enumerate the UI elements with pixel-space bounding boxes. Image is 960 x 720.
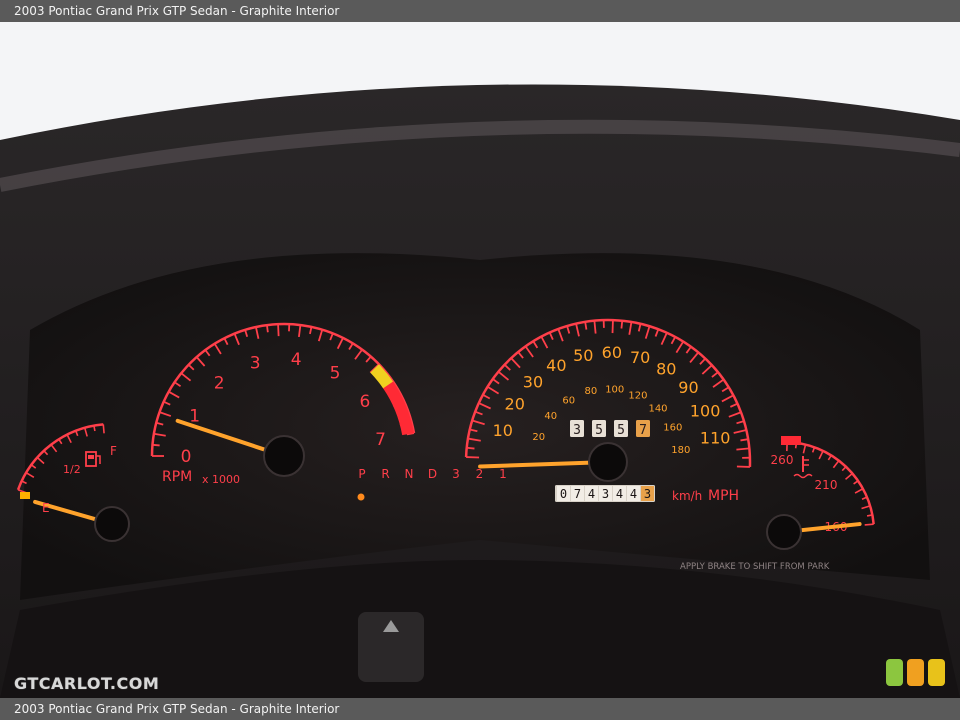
speedo-tick [593,320,597,334]
gear-indicator-lamp [357,493,365,501]
temp-tick [864,523,874,526]
odometer-digit: 7 [574,487,581,501]
tach-tick [266,324,269,333]
mph-label: 40 [546,356,566,375]
top-caption-bar: 2003 Pontiac Grand Prix GTP Sedan - Grap… [0,0,960,22]
trip-digit: 5 [617,423,625,438]
kmh-label: 100 [605,384,624,395]
temp-hot-mark [781,436,801,445]
mph-label: 70 [630,348,650,367]
gear-letter: 2 [476,467,484,481]
park-notice: APPLY BRAKE TO SHIFT FROM PARK [680,562,830,572]
kmh-label: 160 [663,422,682,433]
mph-label: 20 [505,395,525,414]
speedo-tick [620,320,624,329]
fuel-tick [93,425,96,432]
kmh-label: 180 [671,445,690,456]
mph-label: 110 [700,428,731,447]
gear-letter: D [428,467,437,481]
tach-label: 6 [360,392,371,412]
odometer-digit: 3 [602,487,609,501]
kmh-label: 120 [628,390,647,401]
gear-letter: 1 [499,467,507,481]
kmh-label: 140 [648,403,667,414]
tach-label: 7 [375,430,386,450]
gear-letter: R [381,467,389,481]
tach-tick [152,443,160,447]
bottom-caption-bar: 2003 Pontiac Grand Prix GTP Sedan - Grap… [0,698,960,720]
speedo-tick [466,446,475,450]
gear-letter: N [405,467,414,481]
fuel-empty-label: E [42,501,50,515]
mph-label: 10 [493,421,513,440]
speedo-tick [740,438,749,442]
tach-label: 2 [214,374,225,394]
odometer: 0743443 [555,485,655,502]
mph-label: 50 [573,346,593,365]
bottom-caption-text: 2003 Pontiac Grand Prix GTP Sedan - Grap… [14,702,340,716]
tach-tick [277,324,280,337]
kmh-unit-label: km/h [672,489,702,503]
watermark-lights [886,659,949,690]
fuel-half-label: 1/2 [63,463,81,476]
tach-label: 3 [250,353,261,373]
top-caption-text: 2003 Pontiac Grand Prix GTP Sedan - Grap… [14,4,340,18]
mph-label: 60 [602,343,622,362]
fuel-tick [102,424,105,434]
odometer-digit: 0 [560,487,567,501]
watermark-light-yellow [928,659,945,686]
odometer-digit: 3 [644,487,651,501]
mph-label: 80 [656,360,676,379]
dashboard-photo: E 1/2 F 0123 4567 RPM x 1000 1020304050 60… [0,22,960,698]
gear-letter: 3 [452,467,460,481]
kmh-label: 60 [562,395,575,406]
trip-digit: 7 [639,423,647,438]
tach-label: 4 [291,350,302,370]
rpm-unit-label: RPM [162,469,192,485]
trip-digit: 3 [573,423,581,438]
kmh-label: 80 [584,386,597,397]
fuel-full-label: F [110,444,117,458]
odometer-digit: 4 [630,487,637,501]
temp-tick [866,514,873,517]
rpm-multiplier-label: x 1000 [202,473,240,486]
watermark-light-orange [907,659,924,686]
odometer-digit: 4 [616,487,623,501]
mph-label: 100 [690,401,721,420]
kmh-label: 20 [532,432,545,443]
watermark-text: GTCARLOT.COM [14,674,160,693]
temp-label: 210 [815,478,838,492]
watermark-light-green [886,659,903,686]
tach-label: 5 [330,363,341,383]
speedo-tick [584,321,588,330]
temp-hub [766,514,802,550]
tach-label: 0 [181,447,192,467]
mph-label: 90 [678,378,698,397]
trip-digit: 5 [595,423,603,438]
fuel-low-mark [20,492,30,499]
tach-hub [263,435,305,477]
fuel-hub [94,506,130,542]
temp-label: 260 [771,453,794,467]
mph-unit-label: MPH [708,488,739,504]
gear-letter: P [358,467,365,481]
speedo-hub [588,442,628,482]
speedo-tick [736,447,750,451]
odometer-digit: 4 [588,487,595,501]
kmh-label: 40 [544,411,557,422]
mph-label: 30 [523,373,543,392]
